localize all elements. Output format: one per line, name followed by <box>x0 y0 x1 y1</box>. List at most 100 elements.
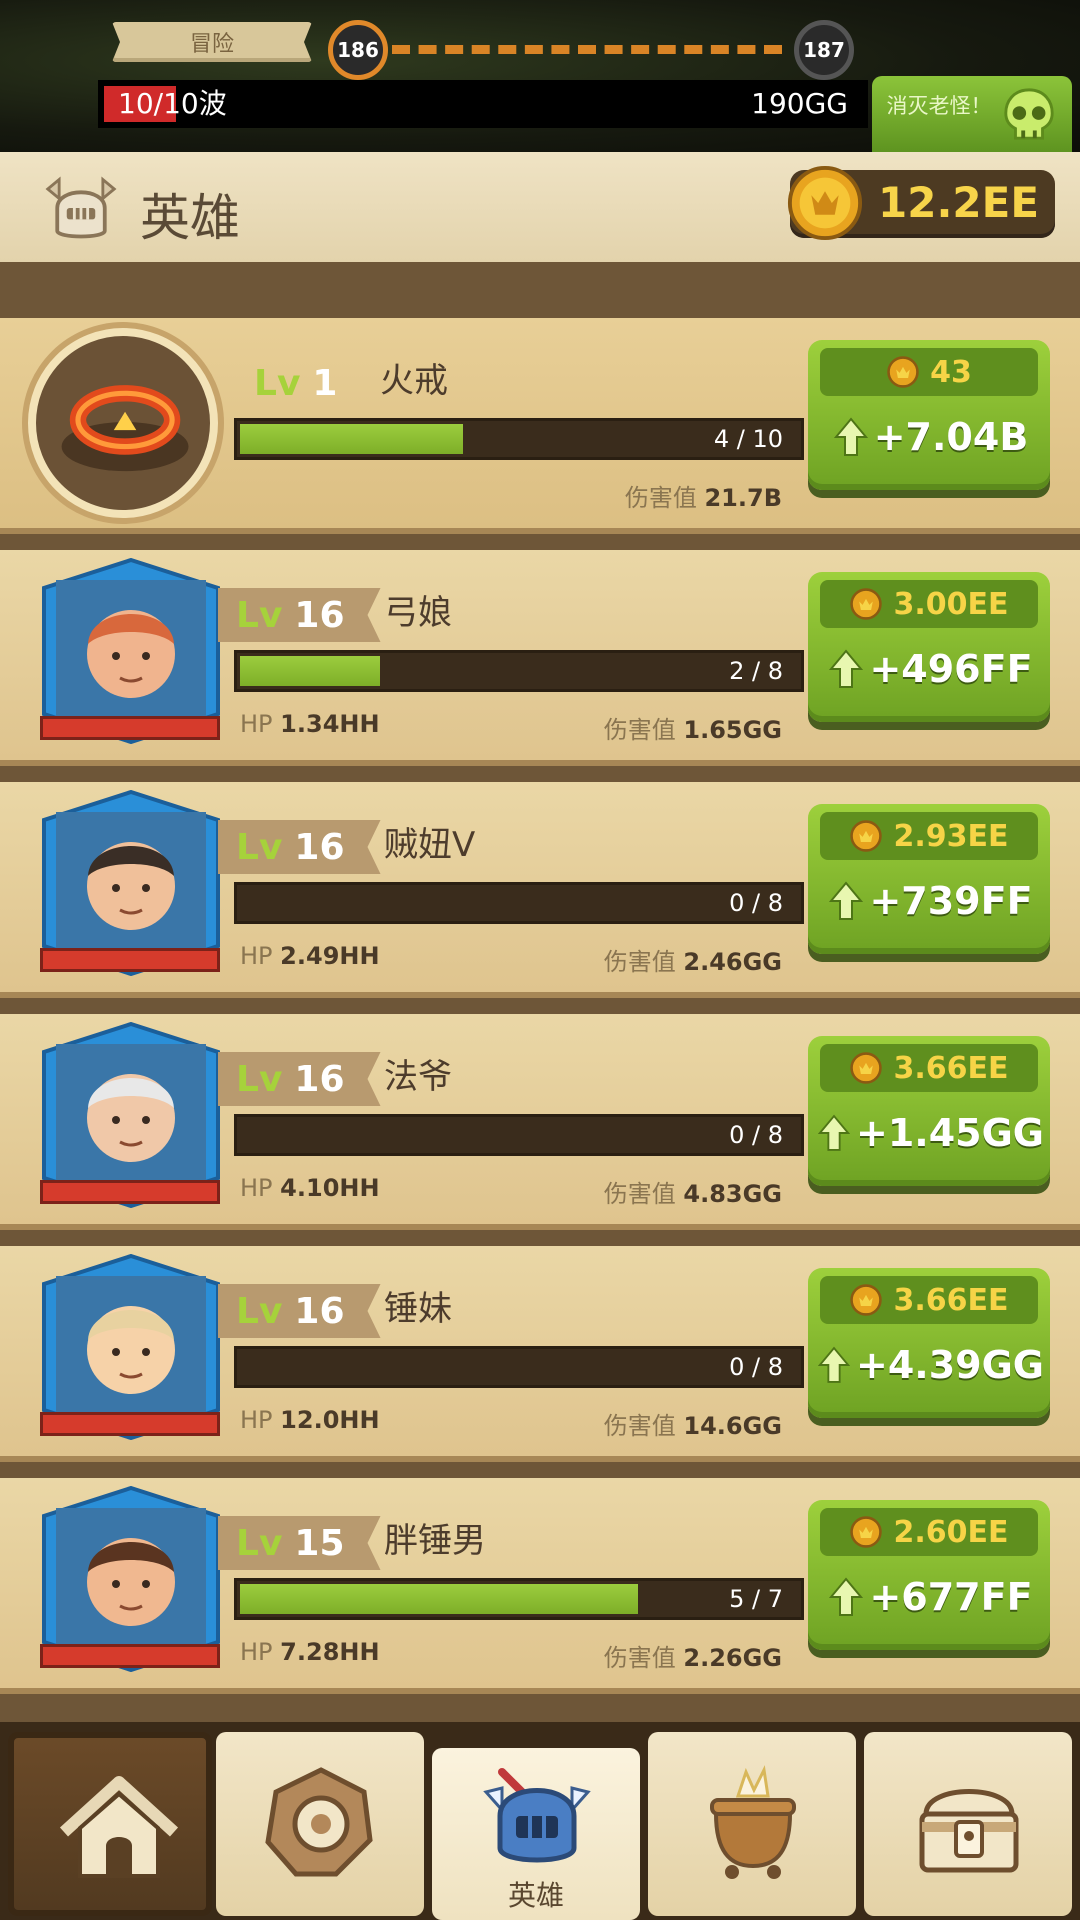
wave-bar: 10/10波 190GG <box>98 80 868 128</box>
hero-row: Lv 15 胖锤男 5 / 7 HP 7.28HH 伤害值 2.26GG 2.6… <box>0 1478 1080 1688</box>
nav-heroes-label: 英雄 <box>507 1879 564 1912</box>
damage-value: 2.46GG <box>683 948 782 976</box>
arrow-up-icon <box>818 1346 851 1383</box>
chest-icon <box>919 1789 1019 1873</box>
damage-value: 1.65GG <box>683 716 782 744</box>
damage-value: 21.7B <box>704 484 782 512</box>
kill-boss-button[interactable]: 消灭老怪！ <box>872 76 1072 152</box>
hero-name: 锤妹 <box>384 1289 452 1329</box>
page-title: 英雄 <box>140 189 240 247</box>
cost-value: 43 <box>930 354 972 390</box>
hp-bar <box>40 1412 220 1436</box>
home-icon <box>59 1776 179 1878</box>
hp-value: 7.28HH <box>280 1638 380 1666</box>
cauldron-icon <box>710 1765 796 1879</box>
nav-heroes[interactable]: 英雄 <box>432 1748 640 1920</box>
coin-icon <box>850 1284 883 1316</box>
progress-text: 0 / 8 <box>729 889 783 917</box>
upgrade-cost: 2.93EE <box>820 812 1038 860</box>
hero-row: Lv 16 锤妹 0 / 8 HP 12.0HH 伤害值 14.6GG 3.66… <box>0 1246 1080 1456</box>
hero-row: Lv 16 贼妞V 0 / 8 HP 2.49HH 伤害值 2.46GG 2.9… <box>0 782 1080 992</box>
current-stage-node: 186 <box>328 20 388 80</box>
hp-stat: HP 1.34HH <box>240 710 380 738</box>
cost-value: 2.60EE <box>893 1514 1009 1550</box>
skull-icon <box>1004 88 1054 140</box>
adventure-bar: 冒险 186 187 10/10波 190GG 消灭老怪！ <box>0 0 1080 152</box>
nav-chest[interactable] <box>864 1732 1072 1916</box>
damage-label: 伤害值 <box>603 716 676 744</box>
level-badge: Lv 16 <box>218 588 381 642</box>
upgrade-gain: +496FF <box>818 634 1044 704</box>
hero-row: Lv 16 法爷 0 / 8 HP 4.10HH 伤害值 4.83GG 3.66… <box>0 1014 1080 1224</box>
progress-text: 0 / 8 <box>729 1121 783 1149</box>
nav-cauldron[interactable] <box>648 1732 856 1916</box>
upgrade-gain: +677FF <box>818 1562 1044 1632</box>
upgrade-button[interactable]: 3.00EE +496FF <box>808 572 1050 722</box>
level-value: 16 <box>294 826 345 868</box>
arrow-up-icon <box>818 1114 851 1151</box>
nav-home[interactable] <box>8 1732 212 1916</box>
damage-label: 伤害值 <box>603 1412 676 1440</box>
ring-portrait[interactable] <box>28 328 218 518</box>
next-stage-node: 187 <box>794 20 854 80</box>
upgrade-button[interactable]: 3.66EE +4.39GG <box>808 1268 1050 1418</box>
gain-value: +739FF <box>869 879 1033 923</box>
coin-icon <box>850 1516 883 1548</box>
damage-stat: 伤害值 1.65GG <box>604 710 782 745</box>
coin-balance: 12.2EE <box>787 165 1055 241</box>
upgrade-button[interactable]: 2.93EE +739FF <box>808 804 1050 954</box>
upgrade-button[interactable]: 3.66EE +1.45GG <box>808 1036 1050 1186</box>
damage-label: 伤害值 <box>603 948 676 976</box>
gain-value: +496FF <box>869 647 1033 691</box>
progress-text: 5 / 7 <box>729 1585 783 1613</box>
progress-fill <box>240 1584 638 1614</box>
hp-stat: HP 7.28HH <box>240 1638 380 1666</box>
gold-total: 190GG <box>751 87 848 120</box>
hp-bar <box>40 1644 220 1668</box>
damage-stat: 伤害值 4.83GG <box>604 1174 782 1209</box>
level-tag: Lv <box>236 1522 283 1564</box>
stage-progress-track <box>392 45 782 54</box>
nav-skills[interactable] <box>216 1732 424 1916</box>
upgrade-button[interactable]: 2.60EE +677FF <box>808 1500 1050 1650</box>
hp-label: HP <box>240 1638 273 1666</box>
adventure-label: 冒险 <box>112 22 312 62</box>
hero-name: 贼妞V <box>384 825 476 865</box>
damage-stat: 伤害值 2.46GG <box>604 942 782 977</box>
damage-value: 4.83GG <box>683 1180 782 1208</box>
level-tag: Lv <box>236 826 283 868</box>
arrow-up-icon <box>829 1577 864 1616</box>
damage-value: 2.26GG <box>683 1644 782 1672</box>
level-badge: Lv 16 <box>218 820 381 874</box>
knight-icon <box>483 1768 591 1863</box>
arrow-up-icon <box>833 417 868 456</box>
level-value: 16 <box>294 1058 345 1100</box>
level-progress: 0 / 8 <box>234 1346 804 1388</box>
hp-value: 2.49HH <box>280 942 380 970</box>
coin-icon <box>787 165 863 241</box>
level-tag: Lv <box>236 1058 283 1100</box>
upgrade-button[interactable]: 43 +7.04B <box>808 340 1050 490</box>
level-progress: 5 / 7 <box>234 1578 804 1620</box>
upgrade-gain: +4.39GG <box>818 1330 1044 1400</box>
gear-icon <box>265 1767 373 1877</box>
cost-value: 3.66EE <box>893 1050 1009 1086</box>
ring-icon <box>61 385 189 472</box>
hp-bar <box>40 716 220 740</box>
upgrade-gain: +7.04B <box>818 402 1044 472</box>
hero-name: 火戒 <box>380 361 448 401</box>
level-progress: 0 / 8 <box>234 1114 804 1156</box>
upgrade-cost: 3.00EE <box>820 580 1038 628</box>
progress-text: 4 / 10 <box>713 425 783 453</box>
hp-label: HP <box>240 942 273 970</box>
damage-stat: 伤害值 14.6GG <box>604 1406 782 1441</box>
cost-value: 2.93EE <box>893 818 1009 854</box>
level-progress: 2 / 8 <box>234 650 804 692</box>
damage-stat: 伤害值 2.26GG <box>604 1638 782 1673</box>
arrow-up-icon <box>829 881 864 920</box>
gain-value: +7.04B <box>873 415 1029 459</box>
upgrade-gain: +739FF <box>818 866 1044 936</box>
level-tag: Lv <box>254 362 301 404</box>
gain-value: +4.39GG <box>856 1343 1044 1387</box>
kill-boss-label: 消灭老怪！ <box>886 94 992 118</box>
